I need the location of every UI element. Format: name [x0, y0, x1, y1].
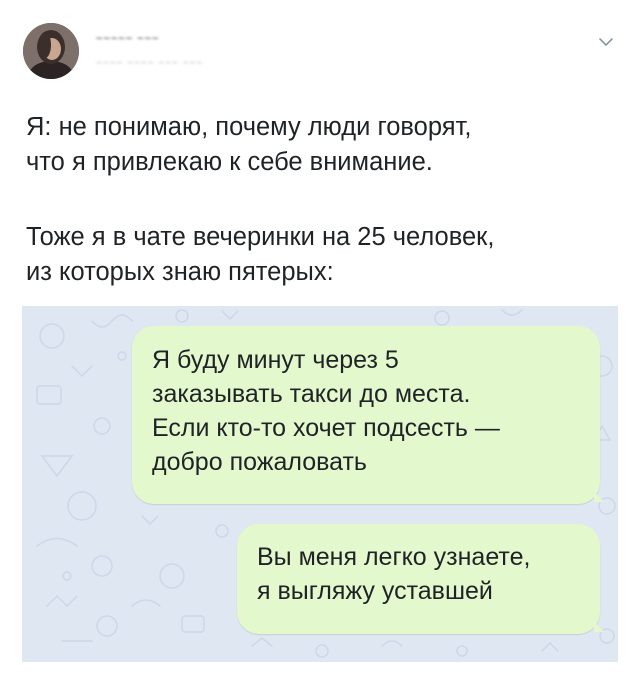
author-handle: ~~~~ ~~~~ ~~~ ~~~: [96, 58, 204, 69]
bubble-tail: [594, 492, 604, 502]
chat-message: Я буду минут через 5 заказывать такси до…: [132, 326, 600, 504]
tweet-paragraph: Я: не понимаю, почему люди говорят, что …: [26, 113, 472, 176]
bubble-tail: [594, 622, 604, 632]
chat-screenshot: Я буду минут через 5 заказывать такси до…: [22, 306, 618, 662]
tweet-paragraph: Тоже я в чате вечеринки на 25 человек, и…: [26, 223, 495, 286]
author-name[interactable]: ~~~~~ ~~~: [96, 33, 159, 45]
chevron-down-icon[interactable]: [594, 30, 618, 54]
avatar[interactable]: [23, 23, 79, 79]
avatar-photo: [23, 23, 79, 79]
tweet-header: ~~~~~ ~~~ ~~~~ ~~~~ ~~~ ~~~: [0, 0, 640, 95]
chat-message: Вы меня легко узнаете, я выгляжу уставше…: [237, 524, 600, 634]
